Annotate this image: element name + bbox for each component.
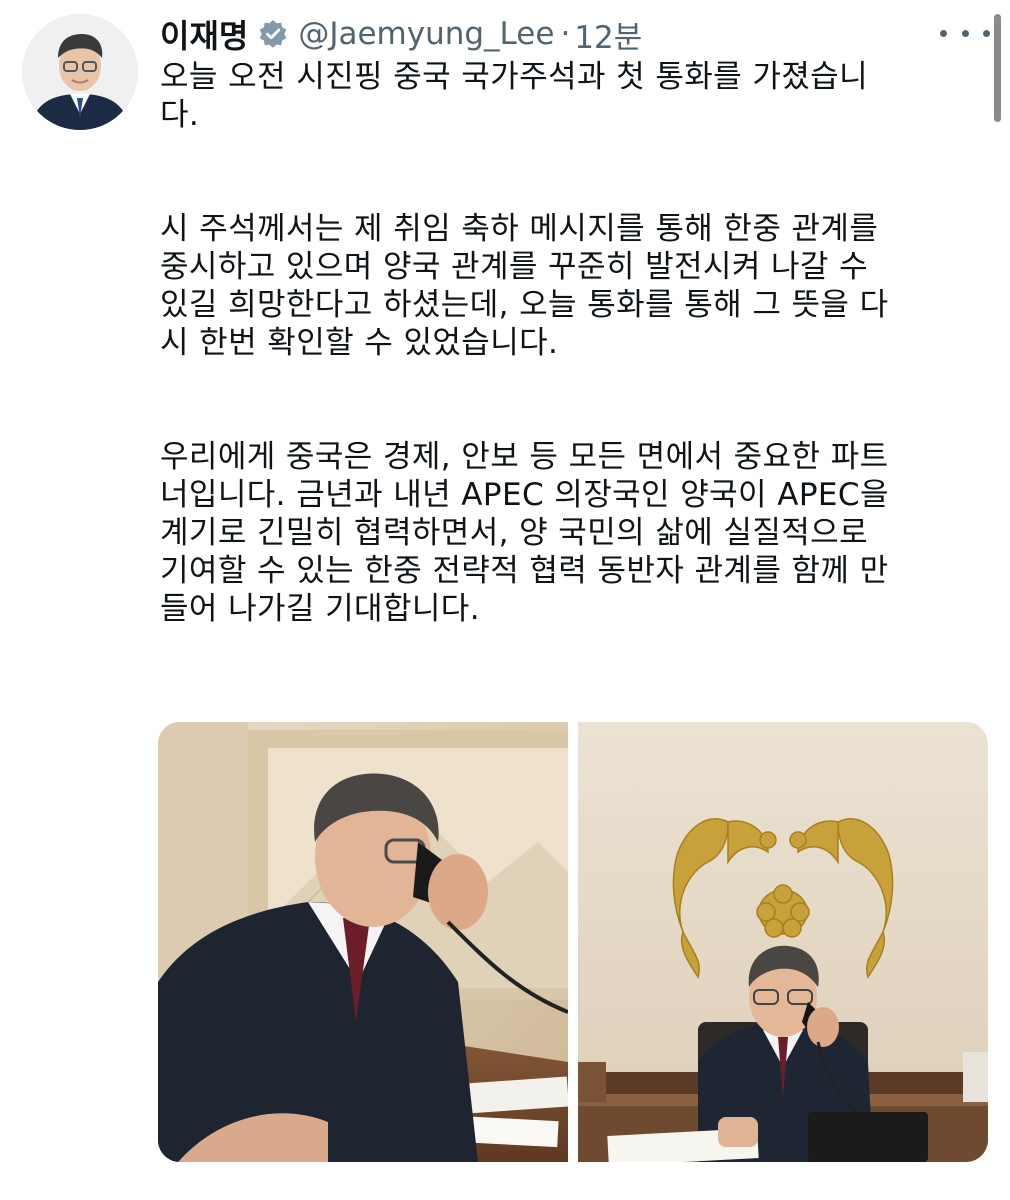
- tweet: 이재명 @Jaemyung_Lee · 12분 오늘 오전 시진핑 중국 국가주…: [0, 0, 1010, 1200]
- verified-badge-icon: [258, 19, 288, 49]
- more-options-icon[interactable]: [940, 18, 990, 48]
- scrollbar[interactable]: [994, 14, 1001, 122]
- user-handle[interactable]: @Jaemyung_Lee: [298, 16, 554, 52]
- tweet-text-line: 다.: [160, 97, 200, 133]
- tweet-text-line: 너입니다. 금년과 내년 APEC 의장국인 양국이 APEC을: [160, 477, 889, 513]
- timestamp[interactable]: 12분: [574, 12, 642, 57]
- photo-phone-call-close-up[interactable]: [158, 722, 568, 1162]
- separator: ·: [560, 16, 571, 52]
- display-name[interactable]: 이재명: [160, 11, 248, 57]
- more-dot: [940, 29, 947, 37]
- media-grid: [158, 722, 988, 1162]
- more-dot: [961, 29, 969, 37]
- tweet-text-line: 우리에게 중국은 경제, 안보 등 모든 면에서 중요한 파트: [160, 439, 889, 475]
- tweet-text-line: 계기로 긴밀히 협력하면서, 양 국민의 삶에 실질적으로: [160, 515, 869, 551]
- avatar[interactable]: [22, 14, 138, 130]
- tweet-text-line: 들어 나가길 기대합니다.: [160, 591, 480, 627]
- tweet-text-line: 오늘 오전 시진핑 중국 국가주석과 첫 통화를 가졌습니: [160, 59, 869, 95]
- more-dot: [983, 29, 990, 37]
- tweet-text-line: 기여할 수 있는 한중 전략적 협력 동반자 관계를 함께 만: [160, 553, 889, 589]
- tweet-text-line: 있길 희망한다고 하셨는데, 오늘 통화를 통해 그 뜻을 다: [160, 287, 889, 323]
- photo-office-desk[interactable]: [578, 722, 988, 1162]
- tweet-text: 오늘 오전 시진핑 중국 국가주석과 첫 통화를 가졌습니 다. 시 주석께서는…: [160, 58, 980, 628]
- tweet-text-line: 시 한번 확인할 수 있었습니다.: [160, 325, 559, 361]
- tweet-text-line: 시 주석께서는 제 취임 축하 메시지를 통해 한중 관계를: [160, 211, 879, 247]
- tweet-text-line: 중시하고 있으며 양국 관계를 꾸준히 발전시켜 나갈 수: [160, 249, 869, 285]
- tweet-header: 이재명 @Jaemyung_Lee · 12분: [160, 10, 642, 58]
